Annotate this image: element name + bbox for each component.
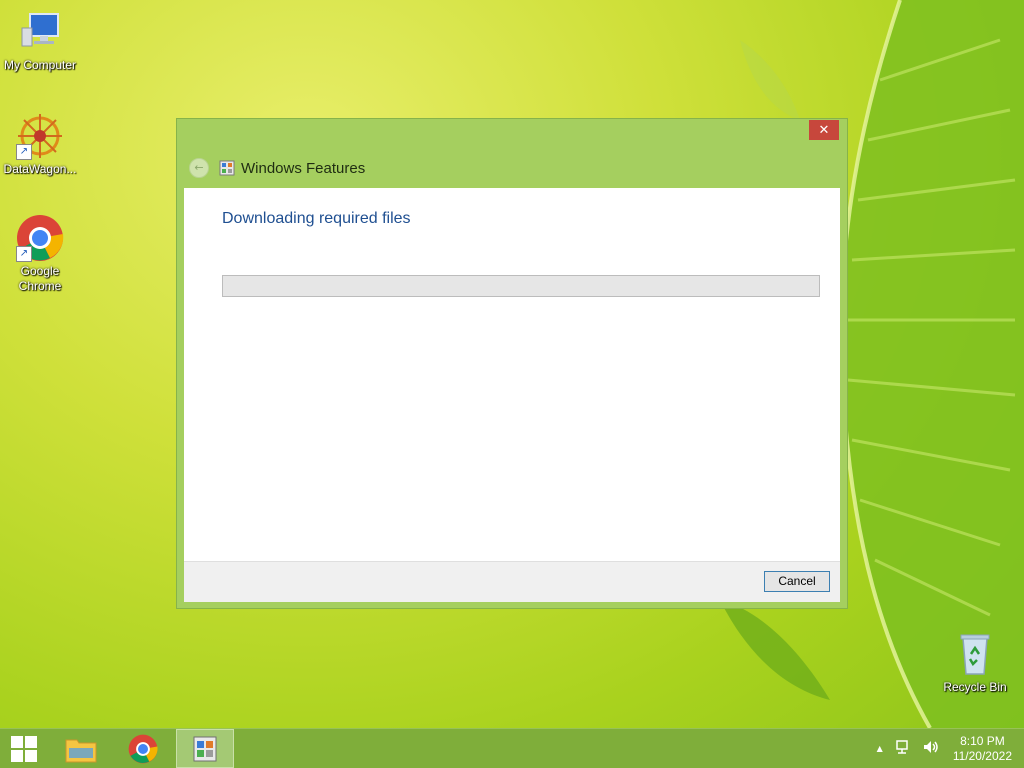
folder-icon — [65, 739, 97, 762]
chrome-icon — [128, 734, 158, 763]
desktop-icon-label: Recycle Bin — [943, 680, 1007, 694]
shortcut-arrow-icon: ↗ — [16, 246, 32, 262]
dialog-title-row: ← Windows Features — [189, 157, 365, 179]
taskbar-clock[interactable]: 8:10 PM 11/20/2022 — [953, 734, 1012, 764]
windows-logo-icon — [11, 735, 37, 762]
close-button[interactable]: ✕ — [809, 120, 839, 140]
recycle-bin-icon — [951, 630, 999, 678]
datawagon-icon: ↗ — [16, 112, 64, 160]
dialog-content: Downloading required files — [184, 188, 840, 561]
desktop-icon-label: Google Chrome — [18, 264, 62, 293]
download-progress-bar — [222, 275, 820, 297]
network-icon[interactable] — [895, 740, 911, 757]
desktop-icon-datawagon[interactable]: ↗ DataWagon... — [0, 112, 80, 177]
volume-icon[interactable] — [923, 740, 939, 757]
desktop-icon-my-computer[interactable]: My Computer — [0, 8, 80, 73]
cancel-button[interactable]: Cancel — [764, 571, 830, 592]
show-hidden-icons-button[interactable]: ▲ — [877, 744, 883, 753]
back-arrow-icon[interactable]: ← — [189, 158, 209, 178]
dialog-title: Windows Features — [241, 159, 366, 177]
status-heading: Downloading required files — [222, 210, 411, 227]
desktop-icon-label: My Computer — [3, 58, 77, 72]
windows-features-dialog: ✕ ← Windows Features Downloading require… — [176, 118, 848, 609]
desktop-icon-recycle-bin[interactable]: Recycle Bin — [935, 630, 1015, 695]
computer-icon — [16, 8, 64, 56]
clock-time: 8:10 PM — [960, 733, 1005, 748]
desktop-icon-google-chrome[interactable]: ↗ Google Chrome — [0, 214, 80, 294]
taskbar: ▲ 8:10 PM 11/20/2022 — [0, 728, 1024, 768]
system-tray: ▲ 8:10 PM 11/20/2022 — [871, 729, 1024, 768]
dialog-footer: Cancel — [184, 561, 840, 602]
taskbar-windows-features[interactable] — [176, 729, 234, 768]
clock-date: 11/20/2022 — [952, 748, 1012, 763]
desktop-icon-label: DataWagon... — [3, 162, 77, 176]
windows-features-icon — [193, 736, 217, 761]
start-button[interactable] — [0, 729, 48, 768]
chrome-icon: ↗ — [16, 214, 64, 262]
shortcut-arrow-icon: ↗ — [16, 144, 32, 160]
taskbar-file-explorer[interactable] — [52, 729, 110, 768]
windows-features-icon — [219, 160, 235, 176]
taskbar-chrome[interactable] — [114, 729, 172, 768]
